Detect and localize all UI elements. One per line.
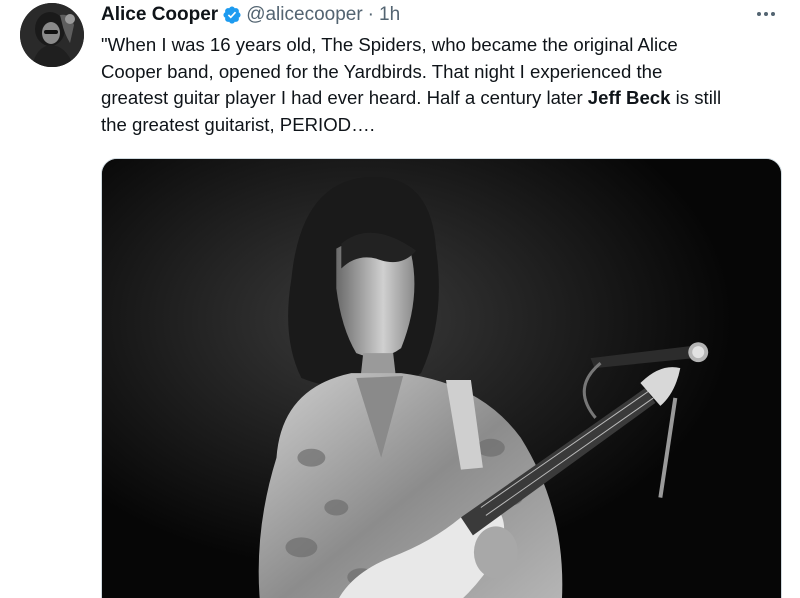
guitarist-photo-image <box>102 159 781 598</box>
avatar[interactable] <box>20 3 84 67</box>
separator-dot: · <box>367 4 374 25</box>
tweet-text: "When I was 16 years old, The Spiders, w… <box>101 32 781 138</box>
tweet-text-segment: is still <box>670 87 722 109</box>
tweet-photo[interactable] <box>101 158 782 598</box>
tweet-text-line: "When I was 16 years old, The Spiders, w… <box>101 34 678 55</box>
tweet-text-line: Cooper band, opened for the Yardbirds. T… <box>101 60 663 82</box>
tweet-text-line: the greatest guitarist, PERIOD…. <box>101 113 375 135</box>
tweet-header: Alice Cooper @alicecooper · 1h <box>101 2 400 28</box>
tweet-text-line: greatest guitar player I had ever heard.… <box>101 85 781 112</box>
profile-avatar-image <box>20 3 84 67</box>
more-options-icon[interactable] <box>754 4 778 24</box>
tweet[interactable]: Alice Cooper @alicecooper · 1h "When I w… <box>0 0 800 598</box>
timestamp[interactable]: 1h <box>379 4 400 26</box>
handle[interactable]: @alicecooper <box>246 4 362 26</box>
mention-jeff-beck: Jeff Beck <box>587 87 671 109</box>
display-name[interactable]: Alice Cooper <box>101 4 218 26</box>
tweet-text-segment: greatest guitar player I had ever heard.… <box>101 87 588 109</box>
verified-badge-icon <box>222 5 242 25</box>
